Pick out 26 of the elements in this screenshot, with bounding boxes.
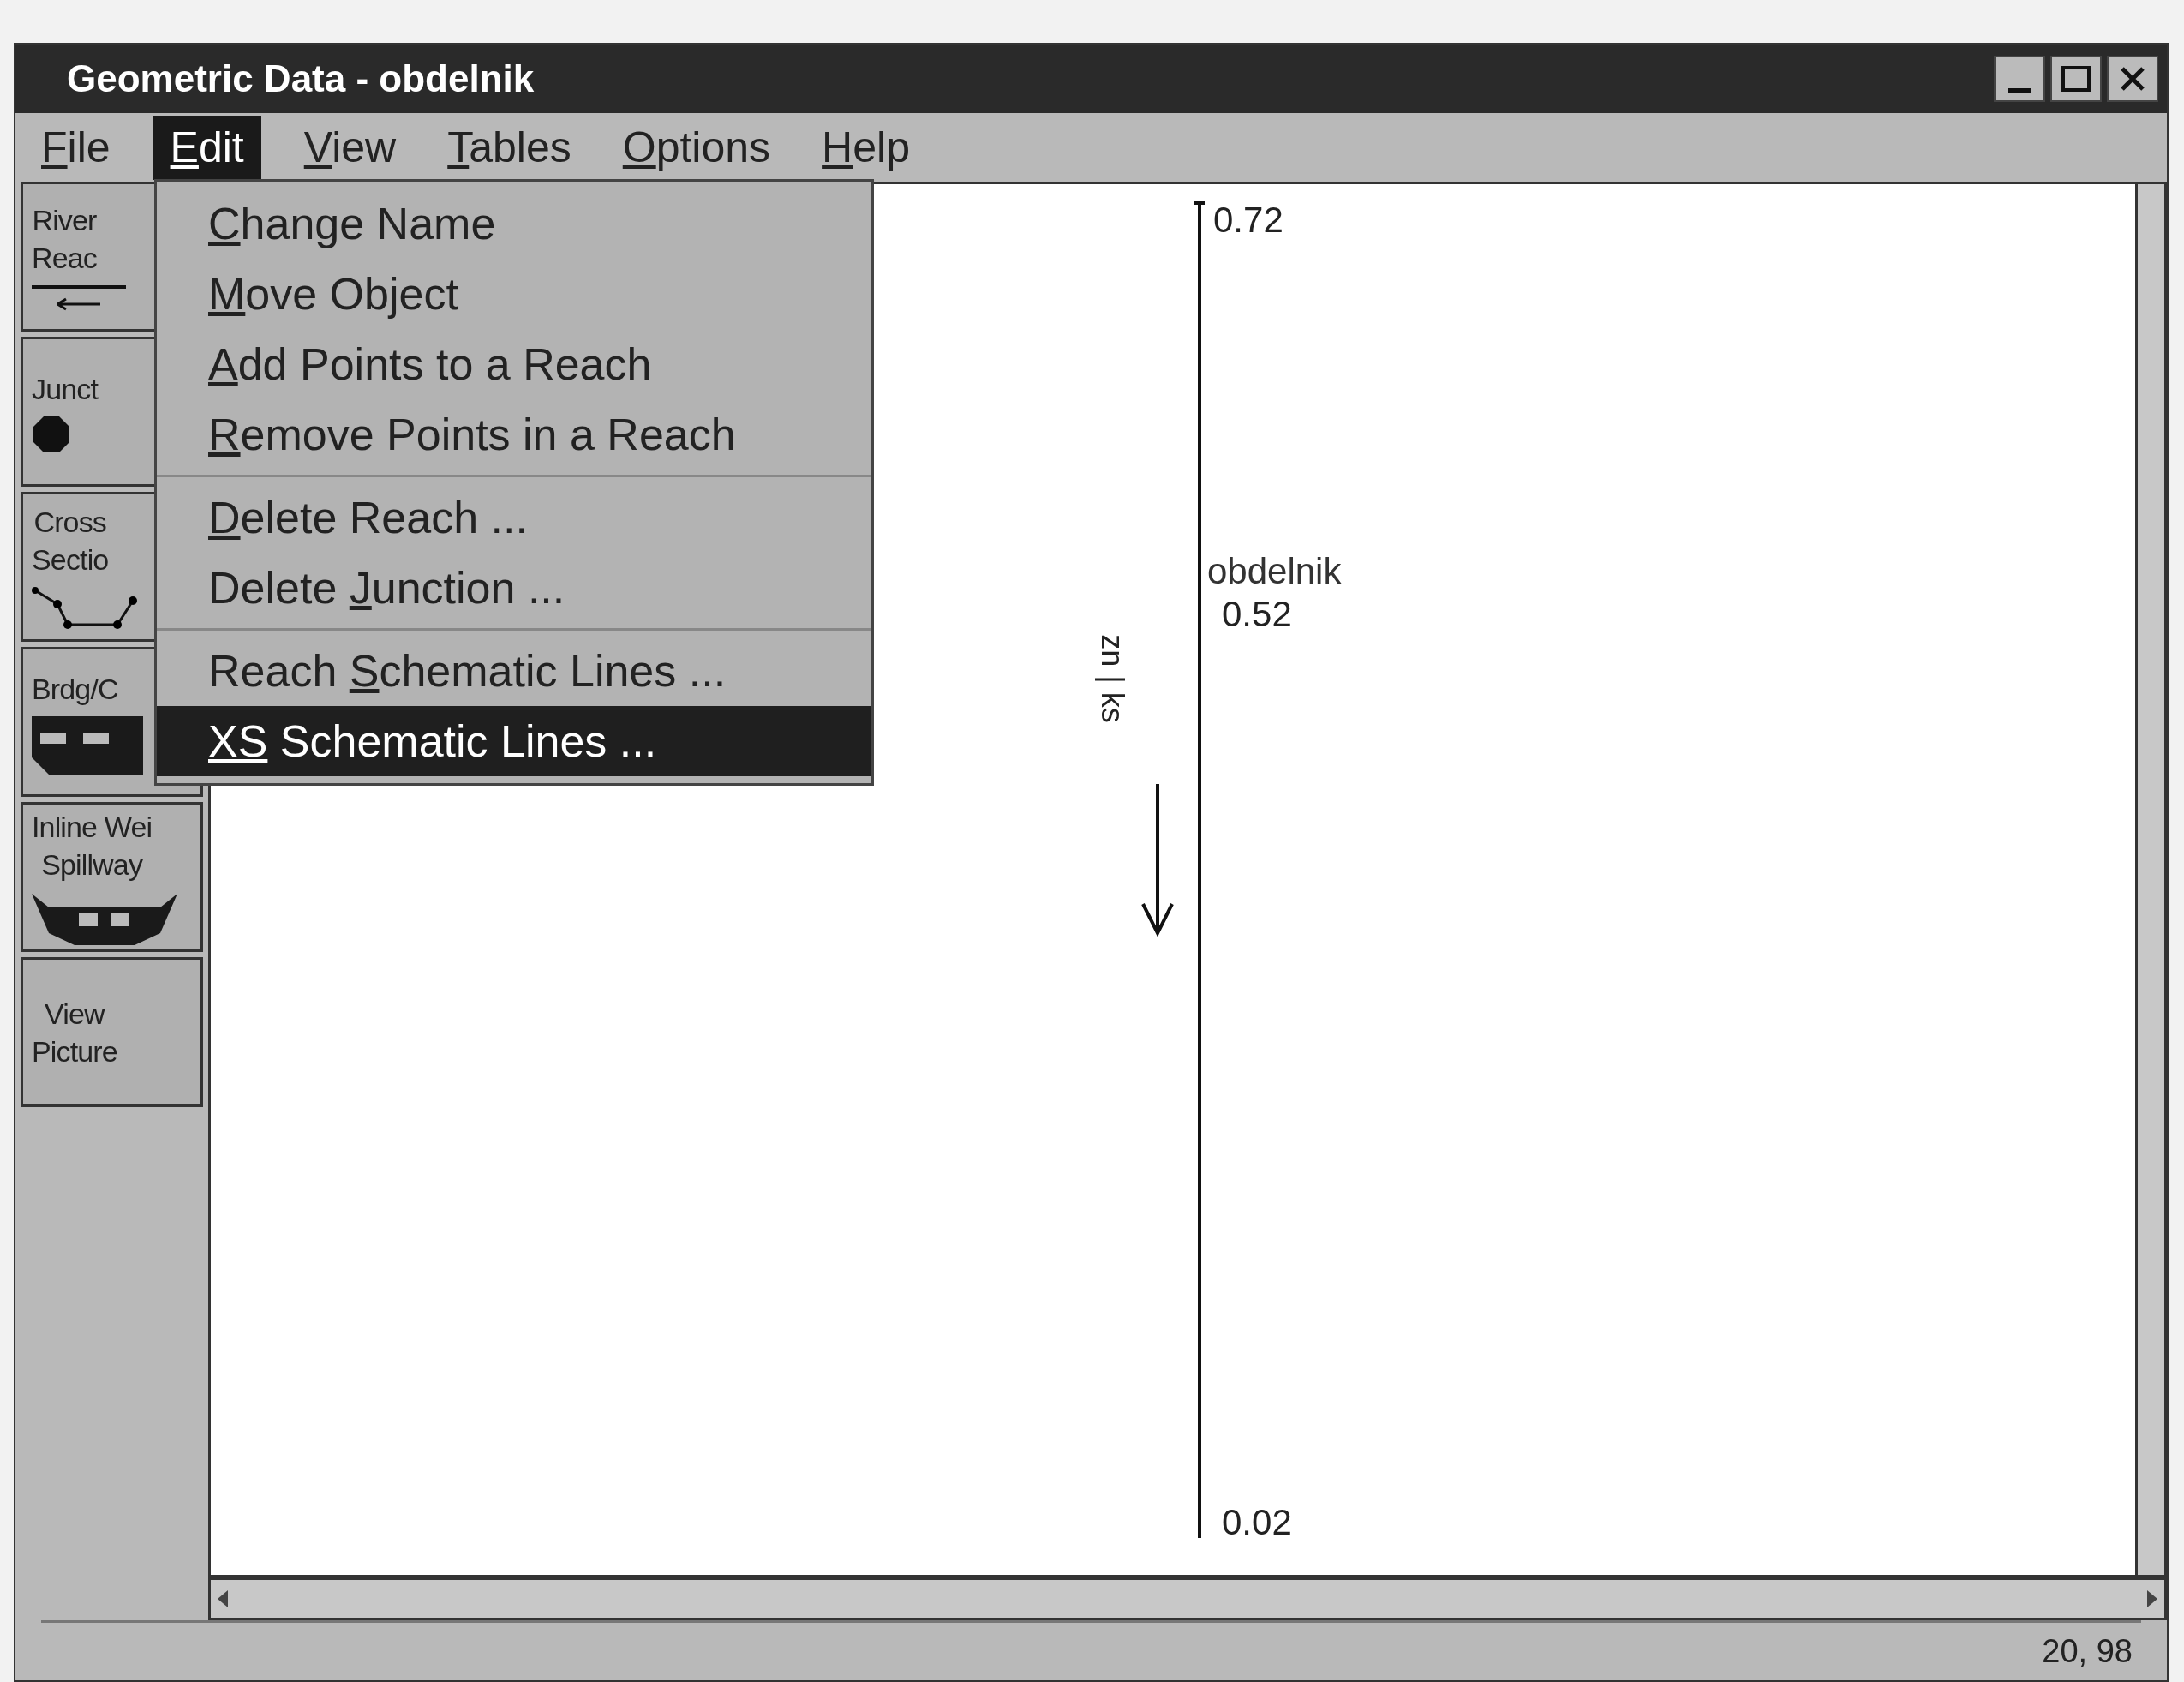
menu-item[interactable]: Options — [613, 115, 780, 180]
horizontal-scrollbar[interactable] — [208, 1577, 2167, 1620]
menu-item[interactable]: Edit — [153, 115, 261, 180]
minimize-button[interactable] — [1994, 56, 2045, 102]
axis-label: 0.52 — [1222, 593, 1292, 636]
close-icon — [2120, 66, 2145, 92]
vertical-scrollbar[interactable] — [2138, 182, 2167, 1577]
cross-section-label: zn | ks — [1093, 634, 1131, 723]
minimize-icon — [2008, 88, 2031, 93]
menu-item[interactable]: XS Schematic Lines ... — [157, 706, 871, 776]
maximize-icon — [2061, 66, 2091, 92]
close-button[interactable] — [2107, 56, 2158, 102]
bridge-icon — [32, 714, 143, 775]
menu-item[interactable]: Tables — [439, 115, 580, 180]
menu-item[interactable]: View — [295, 115, 405, 180]
tool-button[interactable]: View Picture — [21, 957, 203, 1107]
axis-label: 0.02 — [1222, 1501, 1292, 1544]
tool-button[interactable]: Inline Wei Spillway — [21, 802, 203, 952]
maximize-button[interactable] — [2050, 56, 2102, 102]
menu-item[interactable]: File — [33, 115, 119, 180]
axis-label: 0.72 — [1213, 199, 1283, 242]
reach-label: obdelnik — [1207, 550, 1342, 593]
arrow-icon — [32, 283, 126, 313]
window-title: Geometric Data - obdelnik — [67, 57, 535, 101]
coordinates-text: 20, 98 — [2042, 1632, 2133, 1671]
menu-item[interactable]: Help — [813, 115, 918, 180]
